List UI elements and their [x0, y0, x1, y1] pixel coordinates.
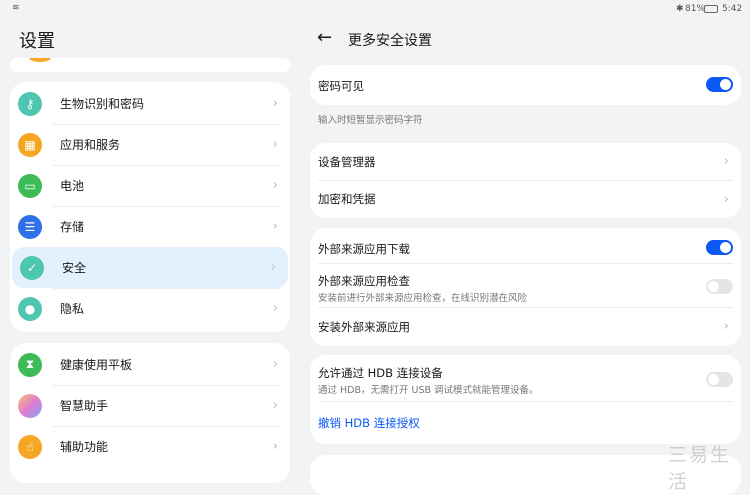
ext-install-label: 安装外部来源应用 [318, 319, 410, 334]
battery-percent: 81% [685, 4, 706, 14]
device-admin-label: 设备管理器 [318, 154, 376, 169]
back-arrow-icon[interactable]: ← [317, 27, 332, 48]
accessibility-icon: ☝ [18, 434, 42, 459]
settings-group-1: ⚷ 生物识别和密码 › ▦ 应用和服务 › ▭ 电池 › ☰ 存储 › ✓ 安全 › ● 隐私 › [10, 82, 290, 332]
chevron-right-icon: › [723, 154, 729, 169]
more-security-panel: ← 更多安全设置 密码可见 输入时短暂显示密码字符 设备管理器 › 加密和凭据 › … [300, 0, 750, 495]
device-admin-row[interactable]: 设备管理器 › [310, 143, 741, 180]
ext-check-sub: 安装前进行外部来源应用检查，在线识别潜在风险 [318, 293, 528, 304]
sidebar-item[interactable]: ✓ 安全 › [12, 247, 288, 288]
chevron-right-icon: › [270, 260, 276, 275]
hdb-sub: 通过 HDB，无需打开 USB 调试模式就能管理设备。 [318, 385, 539, 396]
hdb-label: 允许通过 HDB 连接设备 [318, 366, 443, 380]
chevron-right-icon: › [272, 301, 278, 316]
ext-check-label: 外部来源应用检查 [318, 274, 410, 288]
ext-check-toggle[interactable] [706, 279, 733, 294]
key-icon: ⚷ [18, 91, 42, 116]
ext-download-toggle[interactable] [706, 240, 733, 255]
sidebar-item[interactable]: ⧗ 健康使用平板 › [10, 344, 290, 385]
sidebar-item-label: 健康使用平板 [60, 358, 133, 372]
hourglass-icon: ⧗ [18, 352, 42, 377]
shield-icon: ✓ [20, 255, 44, 280]
encryption-row[interactable]: 加密和凭据 › [310, 180, 741, 218]
chevron-right-icon: › [272, 178, 278, 193]
status-bar: ≋ ✱ 81% 5:42 [0, 0, 750, 18]
battery-icon [704, 5, 718, 13]
sidebar-item-label: 安全 [62, 261, 87, 275]
sidebar-item-label: 生物识别和密码 [60, 97, 145, 111]
sidebar-item[interactable]: ● 隐私 › [10, 288, 290, 329]
chevron-right-icon: › [272, 439, 278, 454]
bluetooth-icon: ✱ [676, 4, 684, 14]
device-card: 设备管理器 › 加密和凭据 › [310, 143, 741, 218]
sidebar-item[interactable]: 智慧助手 › [10, 385, 290, 426]
page-title: 更多安全设置 [348, 33, 432, 49]
sidebar-item[interactable]: ▭ 电池 › [10, 165, 290, 206]
sidebar-item-label: 隐私 [60, 302, 85, 316]
sidebar-item[interactable]: ☰ 存储 › [10, 206, 290, 247]
chevron-right-icon: › [272, 219, 278, 234]
sidebar-item-label: 智慧助手 [60, 399, 109, 413]
apps-icon: ▦ [18, 132, 42, 157]
chevron-right-icon: › [272, 137, 278, 152]
password-visible-caption: 输入时短暂显示密码字符 [318, 115, 423, 126]
encryption-label: 加密和凭据 [318, 192, 376, 206]
settings-sidebar: 设置 ⚷ 生物识别和密码 › ▦ 应用和服务 › ▭ 电池 › ☰ 存储 › ✓ 安全 › ● 隐私 › ⧗ 健康使… [0, 0, 300, 483]
sidebar-item[interactable]: ☝ 辅助功能 › [10, 426, 290, 467]
chevron-right-icon: › [723, 319, 729, 334]
chevron-right-icon: › [272, 357, 278, 372]
hdb-revoke-link[interactable]: 撤销 HDB 连接授权 [318, 415, 420, 431]
wifi-icon: ≋ [12, 3, 20, 13]
sidebar-item[interactable]: ▦ 应用和服务 › [10, 124, 290, 165]
sidebar-item[interactable]: ⚷ 生物识别和密码 › [10, 83, 290, 124]
ext-download-label: 外部来源应用下载 [318, 242, 410, 256]
sidebar-title: 设置 [19, 31, 55, 52]
hdb-card: 允许通过 HDB 连接设备 通过 HDB，无需打开 USB 调试模式就能管理设备… [310, 355, 741, 444]
external-apps-card: 外部来源应用下载 外部来源应用检查 安装前进行外部来源应用检查，在线识别潜在风险… [310, 228, 741, 346]
partial-card [10, 58, 290, 72]
chevron-right-icon: › [272, 96, 278, 111]
assistant-icon [18, 393, 42, 418]
password-visible-label: 密码可见 [318, 79, 364, 93]
storage-icon: ☰ [18, 214, 42, 239]
battery-icon: ▭ [18, 173, 42, 198]
password-visible-card: 密码可见 [310, 65, 741, 105]
sidebar-item-label: 电池 [60, 179, 85, 193]
sidebar-item-label: 存储 [60, 220, 85, 234]
password-visible-toggle[interactable] [706, 77, 733, 92]
chevron-right-icon: › [723, 191, 729, 207]
sidebar-item-label: 应用和服务 [60, 138, 121, 152]
ext-install-row[interactable]: 安装外部来源应用 › [310, 307, 741, 346]
watermark: 三易生活 [668, 444, 732, 493]
chevron-right-icon: › [272, 398, 278, 413]
privacy-icon: ● [18, 296, 42, 321]
sidebar-item-label: 辅助功能 [60, 440, 109, 454]
hdb-toggle[interactable] [706, 372, 733, 387]
clock: 5:42 [722, 4, 743, 14]
settings-group-2: ⧗ 健康使用平板 › 智慧助手 › ☝ 辅助功能 › [10, 343, 290, 483]
